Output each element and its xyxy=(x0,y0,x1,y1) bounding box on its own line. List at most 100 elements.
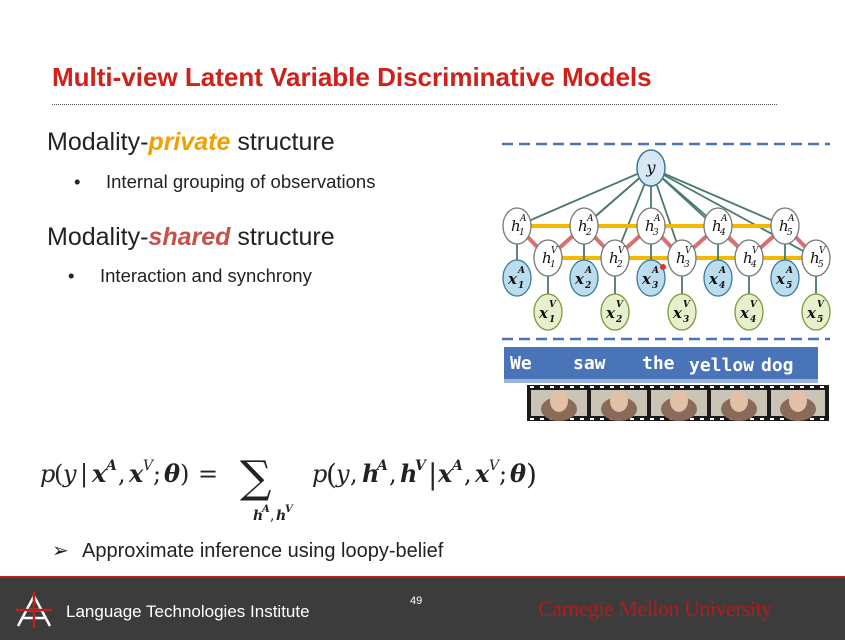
svg-text:A: A xyxy=(785,266,793,276)
slide-title: Multi-view Latent Variable Discriminativ… xyxy=(52,62,652,92)
svg-text:A: A xyxy=(584,266,592,276)
svg-text:|: | xyxy=(80,460,88,489)
svg-text:x: x xyxy=(437,459,453,488)
video-film-strip xyxy=(527,385,829,421)
svg-text:x: x xyxy=(605,304,616,322)
svg-text:x: x xyxy=(128,459,144,488)
heading-suffix: structure xyxy=(230,223,335,251)
svg-text:x: x xyxy=(672,304,683,322)
svg-text:y: y xyxy=(335,460,350,488)
heading-prefix: Modality- xyxy=(47,223,149,251)
svg-text:x: x xyxy=(775,270,786,288)
svg-text:,: , xyxy=(118,460,126,488)
svg-text:A: A xyxy=(261,504,270,515)
bullet-dot: • xyxy=(68,265,75,286)
svg-text:2: 2 xyxy=(615,315,622,325)
svg-text:x: x xyxy=(91,459,107,488)
institute-name: Language Technologies Institute xyxy=(66,602,310,621)
svg-text:,: , xyxy=(270,508,274,524)
visual-observation-nodes: x V1 x V2 x V3 x V4 x V5 xyxy=(533,293,831,331)
svg-text:x: x xyxy=(507,270,518,288)
svg-text:x: x xyxy=(806,304,817,322)
svg-text:1: 1 xyxy=(519,228,525,238)
svg-text:V: V xyxy=(285,504,294,515)
heading-emphasis-shared: shared xyxy=(148,223,231,251)
svg-text:A: A xyxy=(104,458,117,474)
svg-text:V: V xyxy=(817,300,825,310)
bullet-text: Internal grouping of observations xyxy=(106,171,376,192)
svg-text:V: V xyxy=(750,300,758,310)
svg-text:5: 5 xyxy=(787,228,793,238)
sentence-word: the xyxy=(642,353,675,374)
sentence-word: saw xyxy=(573,353,606,374)
private-structure-bullet: • Internal grouping of observations xyxy=(74,171,375,193)
svg-text:θ: θ xyxy=(510,459,526,488)
svg-text:=: = xyxy=(198,460,218,488)
title-divider xyxy=(52,104,777,105)
private-structure-heading: Modality-private structure xyxy=(47,128,335,157)
svg-text:A: A xyxy=(718,266,726,276)
svg-text:x: x xyxy=(708,270,719,288)
svg-text:1: 1 xyxy=(550,260,556,270)
svg-text:,: , xyxy=(389,460,397,488)
svg-text:): ) xyxy=(180,460,189,488)
svg-text:4: 4 xyxy=(750,260,757,270)
svg-text:3: 3 xyxy=(684,260,690,270)
svg-text:2: 2 xyxy=(584,281,591,291)
svg-text:A: A xyxy=(787,214,795,224)
shared-structure-heading: Modality-shared structure xyxy=(47,223,335,252)
heading-emphasis-private: private xyxy=(148,128,231,156)
heading-prefix: Modality- xyxy=(47,128,149,156)
bullet-dot: • xyxy=(74,171,81,192)
svg-text:x: x xyxy=(739,304,750,322)
svg-text:1: 1 xyxy=(549,315,555,325)
svg-text:3: 3 xyxy=(652,281,658,291)
inference-bullet: ➢ Approximate inference using loopy-belie… xyxy=(52,538,443,563)
inference-text: Approximate inference using loopy-belief xyxy=(82,540,444,562)
svg-text:(: ( xyxy=(54,460,63,488)
svg-text:x: x xyxy=(574,270,585,288)
multiview-graph-diagram: y h A1 h A2 h A3 h A4 h A5 h V1 h V2 h V3 h V4 hV… xyxy=(502,142,831,421)
arrow-bullet-icon: ➢ xyxy=(52,540,69,562)
svg-text:4: 4 xyxy=(719,228,726,238)
svg-text:V: V xyxy=(549,300,557,310)
svg-text:θ: θ xyxy=(164,459,180,488)
svg-text:1: 1 xyxy=(518,281,524,291)
lti-logo-icon xyxy=(16,592,52,628)
svg-text:V: V xyxy=(683,300,691,310)
svg-text:3: 3 xyxy=(683,315,689,325)
svg-text:∑: ∑ xyxy=(240,452,271,503)
svg-text:A: A xyxy=(586,214,594,224)
svg-text:x: x xyxy=(641,270,652,288)
sentence-word: dog xyxy=(761,355,794,376)
page-number: 49 xyxy=(410,595,423,607)
probability-formula: p ( y | x A , x V ; θ ) = ∑ h A , h V p … xyxy=(40,452,537,524)
svg-text:3: 3 xyxy=(653,228,659,238)
sentence-word: We xyxy=(510,353,532,374)
svg-text:): ) xyxy=(526,458,537,491)
pointer-dot xyxy=(660,264,666,270)
svg-text:x: x xyxy=(474,459,490,488)
svg-text:V: V xyxy=(616,300,624,310)
sentence-word: yellow xyxy=(689,355,754,376)
heading-suffix: structure xyxy=(230,128,335,156)
node-y-label: y xyxy=(645,158,656,177)
svg-text:x: x xyxy=(538,304,549,322)
svg-text:5: 5 xyxy=(818,260,824,270)
svg-text:A: A xyxy=(450,458,463,474)
svg-text:A: A xyxy=(653,214,661,224)
svg-text:4: 4 xyxy=(719,281,725,291)
svg-text:A: A xyxy=(375,458,388,474)
svg-text:A: A xyxy=(720,214,728,224)
svg-text:A: A xyxy=(651,266,659,276)
slide: Multi-view Latent Variable Discriminativ… xyxy=(0,0,845,640)
svg-text:5: 5 xyxy=(786,281,792,291)
svg-text:2: 2 xyxy=(585,228,592,238)
svg-text:,: , xyxy=(464,460,472,488)
svg-text:5: 5 xyxy=(817,315,823,325)
university-name: Carnegie Mellon University xyxy=(538,596,772,621)
svg-text:V: V xyxy=(415,458,428,474)
svg-text:|: | xyxy=(428,458,437,491)
svg-text:A: A xyxy=(517,266,525,276)
svg-text:y: y xyxy=(62,460,77,488)
